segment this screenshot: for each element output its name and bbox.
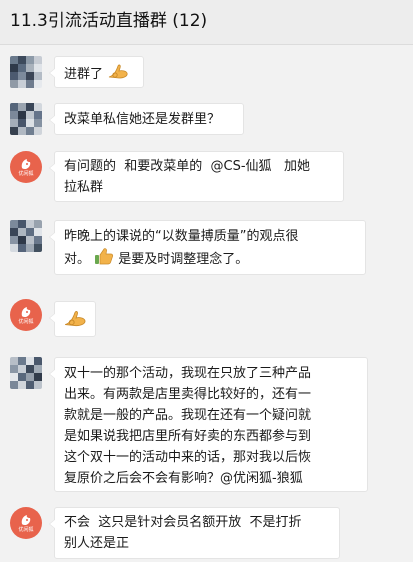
message-bubble[interactable]: 进群了	[49, 56, 144, 88]
fox-logo-icon	[21, 159, 31, 169]
logo-text: 优闲狐	[18, 319, 34, 325]
message-bubble[interactable]	[49, 301, 96, 337]
ok-hand-icon	[63, 308, 87, 335]
message-text-line: 不会 这只是针对会员名额开放 不是打折	[64, 515, 302, 530]
message-text-line: 双十一的那个活动，我现在只放了三种产品	[64, 366, 312, 381]
message-text-line: 复原价之后会不会有影响？@优闲狐-狼狐	[64, 471, 303, 486]
avatar[interactable]: 优闲狐	[10, 507, 42, 539]
avatar[interactable]: 优闲狐	[10, 151, 42, 183]
message-text: 对。	[64, 252, 91, 267]
group-title[interactable]: 11.3引流活动直播群 (12)	[10, 9, 207, 33]
message-bubble[interactable]: 有问题的 和要改菜单的 @CS-仙狐 加她 拉私群	[49, 151, 344, 202]
fox-logo-icon	[21, 515, 31, 525]
message-text-line: 有问题的 和要改菜单的 @CS-仙狐 加她	[64, 159, 310, 174]
message-text-line: 昨晚上的课说的“以数量搏质量”的观点很	[64, 229, 299, 244]
message-bubble[interactable]: 双十一的那个活动，我现在只放了三种产品 出来。有两款是店里卖得比较好的，还有一 …	[49, 357, 368, 492]
thumbs-up-icon	[94, 247, 114, 272]
message-text-line: 别人还是正	[64, 536, 130, 551]
logo-text: 优闲狐	[18, 527, 34, 533]
message-text: 是要及时调整理念了。	[118, 252, 249, 267]
avatar[interactable]	[10, 220, 42, 252]
ok-hand-icon	[107, 62, 129, 87]
message-text-line: 是如果说我把店里所有好卖的东西都参与到	[64, 429, 312, 444]
fox-logo-icon	[21, 307, 31, 317]
message-text-line-2: 对。 是要及时调整理念了。	[64, 247, 356, 272]
chat-header: 11.3引流活动直播群 (12)	[0, 0, 413, 45]
avatar[interactable]	[10, 357, 42, 389]
logo-text: 优闲狐	[18, 171, 34, 177]
avatar[interactable]: 优闲狐	[10, 299, 42, 331]
message-bubble[interactable]: 昨晚上的课说的“以数量搏质量”的观点很 对。 是要及时调整理念了。	[49, 220, 366, 275]
message-text-line: 款就是一般的产品。我现在还有一个疑问就	[64, 408, 312, 423]
avatar[interactable]	[10, 103, 42, 135]
message-text: 改菜单私信她还是发群里？	[64, 112, 221, 127]
message-bubble[interactable]: 改菜单私信她还是发群里？	[49, 103, 244, 135]
message-text: 进群了	[64, 67, 104, 82]
message-text-line: 这个双十一的活动中来的话，那对我以后恢	[64, 450, 312, 465]
message-text-line: 拉私群	[64, 180, 104, 195]
message-text-line: 出来。有两款是店里卖得比较好的，还有一	[64, 387, 312, 402]
avatar[interactable]	[10, 56, 42, 88]
message-bubble[interactable]: 不会 这只是针对会员名额开放 不是打折 别人还是正	[49, 507, 340, 559]
